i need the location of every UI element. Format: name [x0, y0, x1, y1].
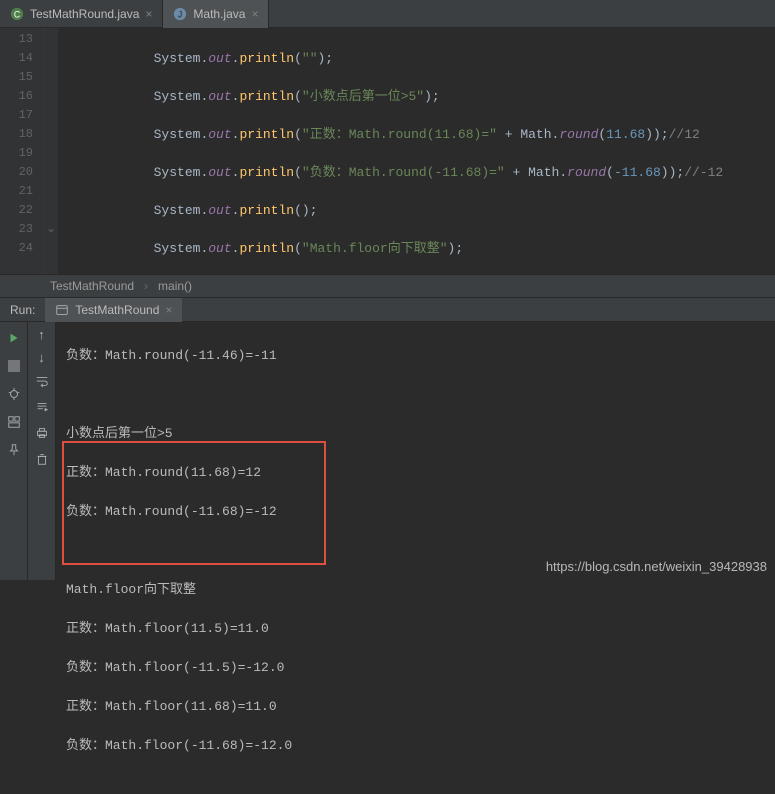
- console-output[interactable]: 负数：Math.round(-11.46)=-11 小数点后第一位>5 正数：M…: [56, 322, 775, 580]
- run-panel-header: Run: TestMathRound ×: [0, 298, 775, 322]
- console-line: [66, 385, 765, 405]
- line-gutter: 131415161718192021222324: [0, 28, 44, 274]
- console-toolbar: ↑ ↓: [28, 322, 56, 580]
- editor-tabs: C TestMathRound.java × J Math.java ×: [0, 0, 775, 28]
- run-toolbar: [0, 322, 28, 580]
- tab-label: Math.java: [193, 7, 245, 21]
- console-line: 小数点后第一位>5: [66, 424, 765, 444]
- layout-button[interactable]: [4, 412, 24, 432]
- rerun-button[interactable]: [4, 328, 24, 348]
- console-line: 正数：Math.floor(11.5)=11.0: [66, 619, 765, 639]
- print-button[interactable]: [35, 426, 49, 444]
- pin-button[interactable]: [4, 440, 24, 460]
- stop-button[interactable]: [4, 356, 24, 376]
- code-area[interactable]: System.out.println(""); System.out.print…: [58, 28, 775, 274]
- wrap-button[interactable]: [35, 374, 49, 392]
- run-label: Run:: [0, 303, 45, 317]
- close-icon[interactable]: ×: [165, 303, 172, 317]
- tab-math[interactable]: J Math.java ×: [163, 0, 269, 28]
- watermark: https://blog.csdn.net/weixin_39428938: [546, 559, 767, 574]
- svg-text:J: J: [178, 9, 182, 19]
- run-tab-label: TestMathRound: [75, 303, 159, 317]
- application-icon: [55, 303, 69, 317]
- breadcrumb: TestMathRound › main(): [0, 274, 775, 298]
- console-line: 负数：Math.floor(-11.5)=-12.0: [66, 658, 765, 678]
- chevron-right-icon: ›: [144, 279, 148, 293]
- class-icon: C: [10, 7, 24, 21]
- debug-button[interactable]: [4, 384, 24, 404]
- svg-text:C: C: [14, 9, 20, 19]
- close-icon[interactable]: ×: [145, 7, 152, 21]
- close-icon[interactable]: ×: [251, 7, 258, 21]
- code-editor[interactable]: 131415161718192021222324 ⌄ System.out.pr…: [0, 28, 775, 274]
- tab-label: TestMathRound.java: [30, 7, 139, 21]
- up-icon[interactable]: ↑: [38, 328, 46, 343]
- console-line: 正数：Math.floor(11.68)=11.0: [66, 697, 765, 717]
- console-line: 负数：Math.floor(-11.68)=-12.0: [66, 736, 765, 756]
- breadcrumb-class[interactable]: TestMathRound: [50, 279, 134, 293]
- console-line: 正数：Math.round(11.68)=12: [66, 463, 765, 483]
- clear-button[interactable]: [35, 452, 49, 470]
- run-panel: ↑ ↓ 负数：Math.round(-11.46)=-11 小数点后第一位>5 …: [0, 322, 775, 580]
- console-line: [66, 541, 765, 561]
- breadcrumb-method[interactable]: main(): [158, 279, 192, 293]
- java-icon: J: [173, 7, 187, 21]
- fold-gutter: ⌄: [44, 28, 58, 274]
- console-line: 负数：Math.round(-11.68)=-12: [66, 502, 765, 522]
- tab-testmathround[interactable]: C TestMathRound.java ×: [0, 0, 163, 28]
- down-icon[interactable]: ↓: [38, 351, 46, 366]
- scroll-to-end-button[interactable]: [35, 400, 49, 418]
- console-line: 负数：Math.round(-11.46)=-11: [66, 346, 765, 366]
- console-line: Math.floor向下取整: [66, 580, 765, 600]
- run-tab[interactable]: TestMathRound ×: [45, 298, 182, 322]
